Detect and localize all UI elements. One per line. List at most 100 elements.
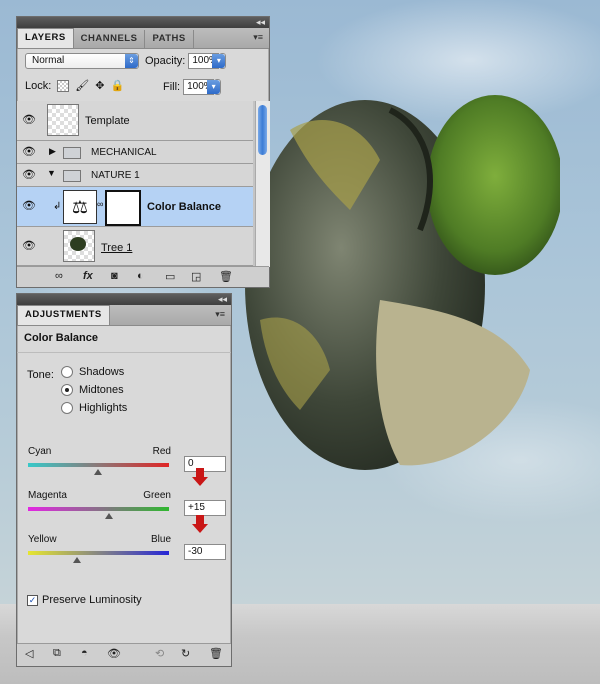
clip-to-layer-icon[interactable]: ◓ — [81, 647, 88, 659]
blend-mode-select[interactable]: Normal ⇕ — [25, 53, 139, 69]
lock-all-icon[interactable]: 🔒 — [110, 79, 124, 92]
tab-channels[interactable]: CHANNELS — [74, 30, 146, 48]
slider-track[interactable] — [28, 507, 169, 511]
tone-option-label: Highlights — [79, 402, 128, 414]
preserve-luminosity-label: Preserve Luminosity — [42, 594, 142, 606]
slider-right-label: Blue — [150, 534, 171, 545]
planet-artwork — [245, 95, 560, 470]
visibility-eye-icon[interactable]: 👁 — [22, 239, 36, 252]
add-mask-icon[interactable]: ◙ — [111, 270, 118, 282]
fx-icon[interactable]: fx — [83, 270, 93, 282]
preserve-luminosity-checkbox[interactable]: ✓ — [27, 594, 38, 606]
layers-scrollbar[interactable] — [255, 101, 270, 267]
back-arrow-icon[interactable]: ◁ — [25, 647, 33, 660]
layer-name: Color Balance — [147, 201, 221, 213]
layer-mask-thumbnail[interactable] — [105, 190, 141, 226]
layer-name: Template — [85, 115, 130, 127]
slider-knob[interactable] — [94, 469, 102, 475]
layer-name: NATURE 1 — [91, 170, 140, 181]
slider-value-field[interactable]: +15 — [184, 500, 226, 516]
lock-move-icon[interactable]: ✥ — [95, 79, 104, 92]
slider-left-label: Cyan — [28, 446, 52, 457]
adjustments-bottom-toolbar: ◁ ⧉ ◓ 👁 ⟲ ↻ 🗑 — [17, 643, 231, 666]
tab-paths[interactable]: PATHS — [145, 30, 194, 48]
lock-brush-icon[interactable]: 🖌 — [75, 79, 89, 92]
layer-group-nature[interactable]: 👁 ▼ NATURE 1 — [17, 164, 253, 187]
slider-value-field[interactable]: -30 — [184, 544, 226, 560]
tone-option-label: Midtones — [79, 384, 124, 396]
trash-icon[interactable]: 🗑 — [209, 647, 223, 660]
select-arrows-icon: ⇕ — [125, 54, 138, 68]
scrollbar-thumb[interactable] — [258, 105, 267, 155]
dropdown-arrow-icon: ▾ — [212, 54, 226, 68]
layer-name: MECHANICAL — [91, 147, 157, 158]
layers-list: 👁 Template 👁 ▶ MECHANICAL 👁 ▼ NATURE 1 👁… — [17, 101, 269, 267]
layers-panel-titlebar[interactable]: ◂◂ — [17, 17, 269, 28]
slider-left-label: Yellow — [28, 534, 57, 545]
radio-shadows[interactable] — [61, 366, 73, 378]
blend-mode-value: Normal — [32, 55, 65, 66]
tone-highlights[interactable]: Highlights — [61, 402, 127, 414]
fill-label: Fill: — [163, 81, 181, 93]
slider-track[interactable] — [28, 551, 169, 555]
radio-highlights[interactable] — [61, 402, 73, 414]
tone-label: Tone: — [27, 369, 54, 381]
adjustment-layer-icon[interactable]: ◐ — [137, 270, 144, 282]
layer-group-mechanical[interactable]: 👁 ▶ MECHANICAL — [17, 141, 253, 164]
expand-triangle-icon[interactable]: ▶ — [49, 146, 56, 157]
layer-thumbnail — [47, 104, 79, 136]
adjustments-tabs: ADJUSTMENTS ▾≡ — [17, 305, 231, 326]
slider-knob[interactable] — [105, 513, 113, 519]
reset-icon[interactable]: ↻ — [181, 647, 190, 660]
tree-icon — [70, 237, 86, 251]
slider-right-label: Green — [143, 490, 171, 501]
collapse-icon[interactable]: ◂◂ — [218, 294, 227, 305]
fill-dropdown[interactable]: ▾ — [207, 79, 222, 95]
lock-transparent-icon[interactable] — [57, 79, 70, 92]
new-layer-icon[interactable]: ◲ — [191, 270, 201, 283]
folder-icon — [63, 170, 81, 182]
folder-icon — [63, 147, 81, 159]
trash-icon[interactable]: 🗑 — [219, 270, 233, 283]
preserve-luminosity[interactable]: ✓ Preserve Luminosity — [27, 594, 142, 606]
visibility-eye-icon[interactable]: 👁 — [22, 145, 36, 158]
adjustment-title: Color Balance — [24, 332, 98, 344]
tone-midtones[interactable]: Midtones — [61, 384, 124, 396]
opacity-label: Opacity: — [145, 55, 186, 67]
layers-bottom-toolbar: ∞ fx ◙ ◐ ▭ ◲ 🗑 — [17, 266, 269, 287]
new-group-icon[interactable]: ▭ — [165, 270, 175, 283]
adjustments-titlebar[interactable]: ◂◂ — [17, 294, 231, 305]
tone-option-label: Shadows — [79, 366, 125, 378]
collapse-triangle-icon[interactable]: ▼ — [47, 168, 56, 178]
visibility-eye-icon[interactable]: 👁 — [107, 647, 121, 660]
collapse-icon[interactable]: ◂◂ — [256, 17, 265, 28]
visibility-eye-icon[interactable]: 👁 — [22, 199, 36, 212]
visibility-eye-icon[interactable]: 👁 — [22, 113, 36, 126]
clip-arrow-icon: ↲ — [53, 201, 62, 212]
slider-right-label: Red — [152, 446, 171, 457]
layer-thumbnail — [63, 230, 95, 262]
slider-track[interactable] — [28, 463, 169, 467]
tab-adjustments[interactable]: ADJUSTMENTS — [17, 305, 110, 325]
link-layers-icon[interactable]: ∞ — [55, 270, 63, 282]
panel-menu-icon[interactable]: ▾≡ — [215, 309, 225, 320]
expand-view-icon[interactable]: ⧉ — [53, 647, 61, 660]
panel-menu-icon[interactable]: ▾≡ — [253, 32, 263, 43]
layer-row-color-balance[interactable]: 👁 ↲ ⚖ ∞ Color Balance — [17, 187, 253, 227]
tab-layers[interactable]: LAYERS — [17, 28, 74, 48]
layers-panel: ◂◂ LAYERS CHANNELS PATHS ▾≡ Normal ⇕ Opa… — [16, 16, 270, 288]
slider-knob[interactable] — [73, 557, 81, 563]
lock-label: Lock: — [25, 79, 52, 92]
tone-shadows[interactable]: Shadows — [61, 366, 124, 378]
view-previous-icon[interactable]: ⟲ — [155, 647, 164, 660]
annotation-red-arrow — [192, 468, 208, 486]
slider-left-label: Magenta — [28, 490, 67, 501]
opacity-dropdown[interactable]: ▾ — [212, 53, 227, 69]
layer-name: Tree 1 — [101, 242, 133, 254]
layer-row-tree[interactable]: 👁 Tree 1 — [17, 227, 253, 266]
visibility-eye-icon[interactable]: 👁 — [22, 168, 36, 181]
layers-tabs: LAYERS CHANNELS PATHS ▾≡ — [17, 28, 269, 49]
radio-midtones[interactable] — [61, 384, 73, 396]
layer-row-template[interactable]: 👁 Template — [17, 101, 253, 141]
link-chain-icon: ∞ — [97, 199, 104, 209]
